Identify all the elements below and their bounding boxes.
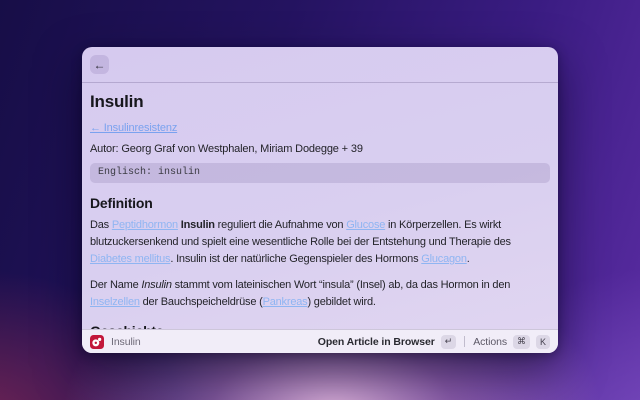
quicklook-window: ← Insulin ← Insulinresistenz Autor: Geor… — [82, 47, 558, 353]
actions-button[interactable]: Actions — [473, 336, 507, 348]
article-paragraph: Das Peptidhormon Insulin reguliert die A… — [90, 217, 550, 268]
bold-text: Insulin — [181, 219, 215, 231]
author-line: Autor: Georg Graf von Westphalen, Miriam… — [90, 143, 550, 155]
inline-link[interactable]: Inselzellen — [90, 296, 140, 308]
open-article-button[interactable]: Open Article in Browser — [318, 336, 435, 348]
footer-bar: Insulin Open Article in Browser ↵ Action… — [82, 329, 558, 353]
body-text: der Bauchspeicheldrüse ( — [140, 296, 263, 308]
window-header: ← — [82, 47, 558, 83]
footer-item-title: Insulin — [111, 336, 141, 348]
inline-link[interactable]: Glucose — [346, 219, 385, 231]
return-key-badge: ↵ — [441, 335, 457, 349]
doccheck-flexikon-icon — [90, 335, 104, 349]
body-text: Das — [90, 219, 112, 231]
inline-link[interactable]: Pankreas — [263, 296, 308, 308]
body-text: ) gebildet wird. — [307, 296, 375, 308]
body-text: . — [467, 253, 470, 265]
footer-actions: Open Article in Browser ↵ Actions ⌘ K — [318, 335, 550, 349]
inline-link[interactable]: Peptidhormon — [112, 219, 178, 231]
back-arrow-icon: ← — [94, 58, 106, 72]
footer-separator — [464, 336, 465, 347]
body-text: reguliert die Aufnahme von — [215, 219, 346, 231]
backlink-insulinresistenz[interactable]: ← Insulinresistenz — [90, 122, 177, 134]
back-button[interactable]: ← — [90, 55, 109, 74]
inline-link[interactable]: Diabetes mellitus — [90, 253, 170, 265]
italic-text: Insulin — [141, 279, 171, 291]
section-heading: Definition — [90, 195, 550, 211]
article-content: Insulin ← Insulinresistenz Autor: Georg … — [82, 83, 558, 329]
article-title: Insulin — [90, 92, 550, 112]
cmd-key-badge: ⌘ — [513, 335, 530, 349]
inline-link[interactable]: Glucagon — [421, 253, 467, 265]
body-text: . Insulin ist der natürliche Gegenspiele… — [170, 253, 421, 265]
k-key-badge: K — [536, 335, 550, 349]
article-sections: Definition Das Peptidhormon Insulin regul… — [90, 195, 550, 329]
english-term-code-block: Englisch: insulin — [90, 163, 550, 183]
article-paragraph: Der Name Insulin stammt vom lateinischen… — [90, 277, 550, 311]
body-text: Der Name — [90, 279, 141, 291]
body-text: stammt vom lateinischen Wort “insula” (I… — [172, 279, 510, 291]
